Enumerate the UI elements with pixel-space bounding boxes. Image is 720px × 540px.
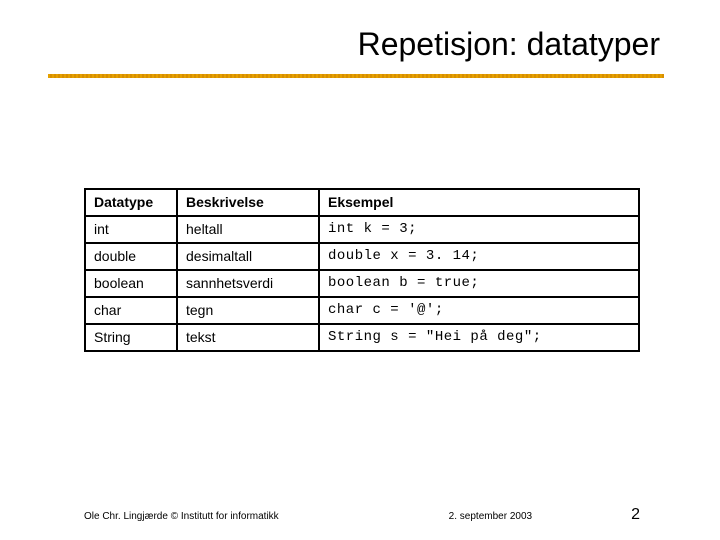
table-row: char tegn char c = '@'; — [85, 297, 639, 324]
table-row: int heltall int k = 3; — [85, 216, 639, 243]
cell-description: tekst — [177, 324, 319, 351]
cell-description: desimaltall — [177, 243, 319, 270]
footer: Ole Chr. Lingjærde © Institutt for infor… — [84, 506, 640, 524]
cell-description: sannhetsverdi — [177, 270, 319, 297]
table-header-row: Datatype Beskrivelse Eksempel — [85, 189, 639, 216]
page-number: 2 — [631, 506, 640, 524]
cell-datatype: boolean — [85, 270, 177, 297]
page-title: Repetisjon: datatyper — [358, 26, 660, 63]
table-row: boolean sannhetsverdi boolean b = true; — [85, 270, 639, 297]
cell-example: double x = 3. 14; — [319, 243, 639, 270]
cell-datatype: String — [85, 324, 177, 351]
cell-example: char c = '@'; — [319, 297, 639, 324]
header-description: Beskrivelse — [177, 189, 319, 216]
cell-example: int k = 3; — [319, 216, 639, 243]
header-datatype: Datatype — [85, 189, 177, 216]
cell-datatype: char — [85, 297, 177, 324]
cell-description: heltall — [177, 216, 319, 243]
datatype-table: Datatype Beskrivelse Eksempel int heltal… — [84, 188, 640, 352]
title-underline — [48, 74, 664, 78]
cell-example: String s = "Hei på deg"; — [319, 324, 639, 351]
cell-description: tegn — [177, 297, 319, 324]
footer-author: Ole Chr. Lingjærde © Institutt for infor… — [84, 511, 279, 522]
cell-datatype: double — [85, 243, 177, 270]
slide: Repetisjon: datatyper Datatype Beskrivel… — [0, 0, 720, 540]
cell-datatype: int — [85, 216, 177, 243]
footer-date: 2. september 2003 — [449, 511, 532, 522]
table-row: double desimaltall double x = 3. 14; — [85, 243, 639, 270]
table-row: String tekst String s = "Hei på deg"; — [85, 324, 639, 351]
header-example: Eksempel — [319, 189, 639, 216]
cell-example: boolean b = true; — [319, 270, 639, 297]
